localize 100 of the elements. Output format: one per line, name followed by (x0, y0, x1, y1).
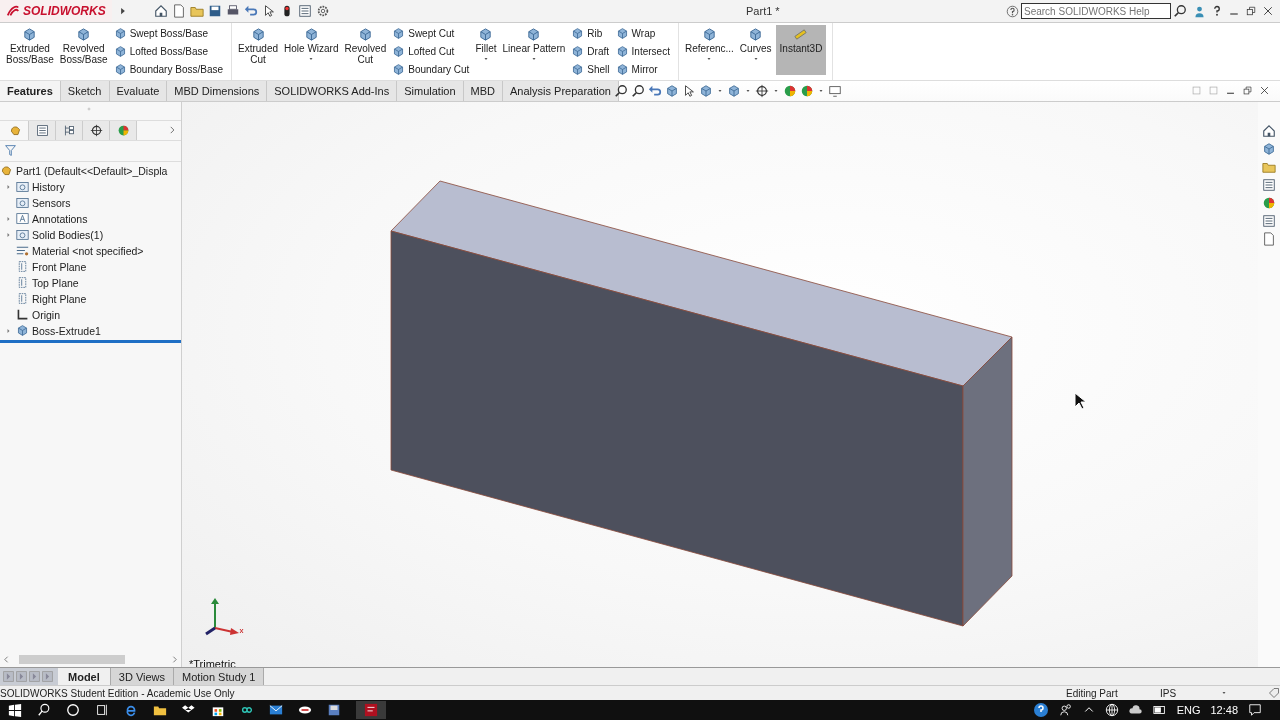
bottom-tab[interactable]: Motion Study 1 (174, 668, 265, 686)
display-style-icon[interactable] (727, 83, 741, 98)
ribbon-button[interactable]: Rib (569, 25, 612, 42)
people-icon[interactable] (1058, 703, 1073, 718)
block-icon (357, 27, 373, 42)
circle-icon[interactable] (66, 703, 80, 718)
units-label[interactable]: IPS (1156, 687, 1220, 699)
status-message: SOLIDWORKS Student Edition - Academic Use Only (0, 687, 236, 699)
command-tab[interactable]: MBD Dimensions (167, 80, 268, 101)
search-icon[interactable] (37, 703, 51, 718)
ribbon-button[interactable]: Revolved Cut (342, 25, 389, 79)
ribbon-button[interactable]: Referenc... (682, 25, 736, 79)
tile-left-icon[interactable] (1191, 85, 1202, 97)
list-icon[interactable] (297, 4, 312, 18)
person-icon[interactable] (1193, 4, 1206, 18)
ribbon-button[interactable]: Hole Wizard (282, 25, 341, 79)
appearances-icon[interactable] (1262, 195, 1276, 210)
tree-item[interactable]: Part1 (Default<<Default>_Displa (16, 164, 168, 177)
ribbon-button[interactable]: Fillet (473, 25, 499, 79)
language-indicator[interactable]: ENG (1176, 704, 1201, 717)
command-tab[interactable]: Features (0, 80, 61, 101)
tree-item[interactable]: Annotations (32, 212, 88, 225)
command-tab[interactable]: Simulation (397, 80, 464, 101)
monitor-icon[interactable] (828, 83, 842, 98)
ribbon-button[interactable]: Revolved Boss/Base (57, 25, 110, 79)
view-orientation-label: *Trimetric (189, 657, 236, 668)
dynamic-annotation-icon[interactable] (682, 83, 696, 98)
custom-properties-icon[interactable] (1262, 213, 1276, 228)
ribbon-button[interactable]: Lofted Boss/Base (111, 43, 225, 60)
close-icon[interactable] (1259, 85, 1270, 97)
ribbon-button[interactable]: Curves (737, 25, 774, 79)
tree-item[interactable]: Sensors (32, 196, 71, 209)
section-view-icon[interactable] (665, 83, 679, 98)
plane-icon-icon (16, 260, 29, 274)
eye-icon[interactable] (755, 83, 769, 98)
ribbon-button[interactable]: Swept Cut (390, 25, 472, 42)
chat-icon[interactable] (1262, 231, 1276, 246)
help-icon[interactable] (1211, 5, 1223, 17)
ribbon-button[interactable]: Draft (569, 43, 612, 60)
save-icon[interactable] (207, 4, 222, 18)
ribbon-button[interactable]: Wrap (613, 25, 672, 42)
close-icon[interactable] (1262, 5, 1274, 17)
home-icon[interactable] (1262, 123, 1276, 138)
bottom-tab[interactable]: 3D Views (110, 668, 175, 686)
restore-icon[interactable] (1242, 85, 1253, 97)
plane-icon-icon (16, 276, 29, 290)
tag-icon[interactable] (1268, 687, 1280, 700)
help-icon[interactable] (1032, 702, 1049, 719)
ribbon-button[interactable]: Linear Pattern (500, 25, 568, 79)
restore-icon[interactable] (1245, 5, 1257, 17)
status-mode: Editing Part (1065, 687, 1119, 699)
tree-item[interactable]: Right Plane (32, 292, 87, 305)
home-icon[interactable] (153, 4, 168, 18)
notification-icon[interactable] (1248, 703, 1262, 718)
block-icon (615, 63, 629, 76)
ribbon-button[interactable]: Intersect (613, 43, 672, 60)
settings-icon[interactable] (315, 4, 330, 18)
active-app[interactable] (356, 701, 386, 720)
ribbon-button[interactable]: Boundary Boss/Base (111, 61, 225, 78)
tree-item[interactable]: Material <not specified> (32, 244, 144, 257)
chevron-right-icon[interactable] (167, 125, 177, 136)
command-tab[interactable]: SOLIDWORKS Add-Ins (267, 80, 398, 101)
tile-right-icon[interactable] (1208, 85, 1219, 97)
new-document-icon[interactable] (171, 4, 186, 18)
ds-mark-icon (6, 4, 20, 18)
view-palette-icon[interactable] (1262, 177, 1276, 192)
scene-icon[interactable] (800, 83, 814, 98)
view-orientation-icon[interactable] (699, 83, 713, 98)
clock[interactable]: 12:48 (1210, 704, 1238, 717)
zoom-area-icon[interactable] (631, 83, 645, 98)
ribbon-button[interactable]: Extruded Boss/Base (4, 25, 56, 79)
task-view-icon[interactable] (95, 703, 109, 718)
tree-item[interactable]: Front Plane (32, 260, 87, 273)
rollback-bar[interactable] (0, 339, 181, 343)
globe-icon[interactable] (1104, 703, 1119, 718)
zoom-fit-icon[interactable] (614, 83, 628, 98)
tree-item[interactable]: Top Plane (32, 276, 79, 289)
filter-icon[interactable] (4, 144, 17, 158)
ribbon-button[interactable]: Swept Boss/Base (111, 25, 225, 42)
tree-item[interactable]: Boss-Extrude1 (32, 324, 101, 337)
undo-icon[interactable] (243, 4, 258, 18)
search-field[interactable]: Search SOLIDWORKS Help (1021, 3, 1171, 19)
ribbon-button[interactable]: Mirror (613, 61, 672, 78)
ribbon-button[interactable]: Shell (569, 61, 612, 78)
browser-icon[interactable] (124, 703, 138, 718)
tree-item[interactable]: Solid Bodies(1) (32, 228, 104, 241)
appearance-icon[interactable] (783, 83, 797, 98)
tree-item[interactable]: Origin (32, 308, 60, 321)
scrollbar-thumb[interactable] (19, 654, 125, 664)
part-library-icon[interactable] (1262, 141, 1276, 156)
block-icon (392, 63, 406, 76)
print-icon[interactable] (225, 4, 240, 18)
ribbon-toggle[interactable]: Instant3D (775, 25, 827, 75)
command-tab[interactable]: Analysis Preparation (503, 80, 619, 101)
annotation-icon-icon (16, 212, 29, 226)
ribbon-button[interactable]: Boundary Cut (390, 61, 472, 78)
windows-logo-icon[interactable] (8, 703, 22, 718)
tree-item[interactable]: History (32, 180, 65, 193)
ribbon-button[interactable]: Extruded Cut (236, 25, 281, 79)
ribbon-button[interactable]: Lofted Cut (390, 43, 472, 60)
